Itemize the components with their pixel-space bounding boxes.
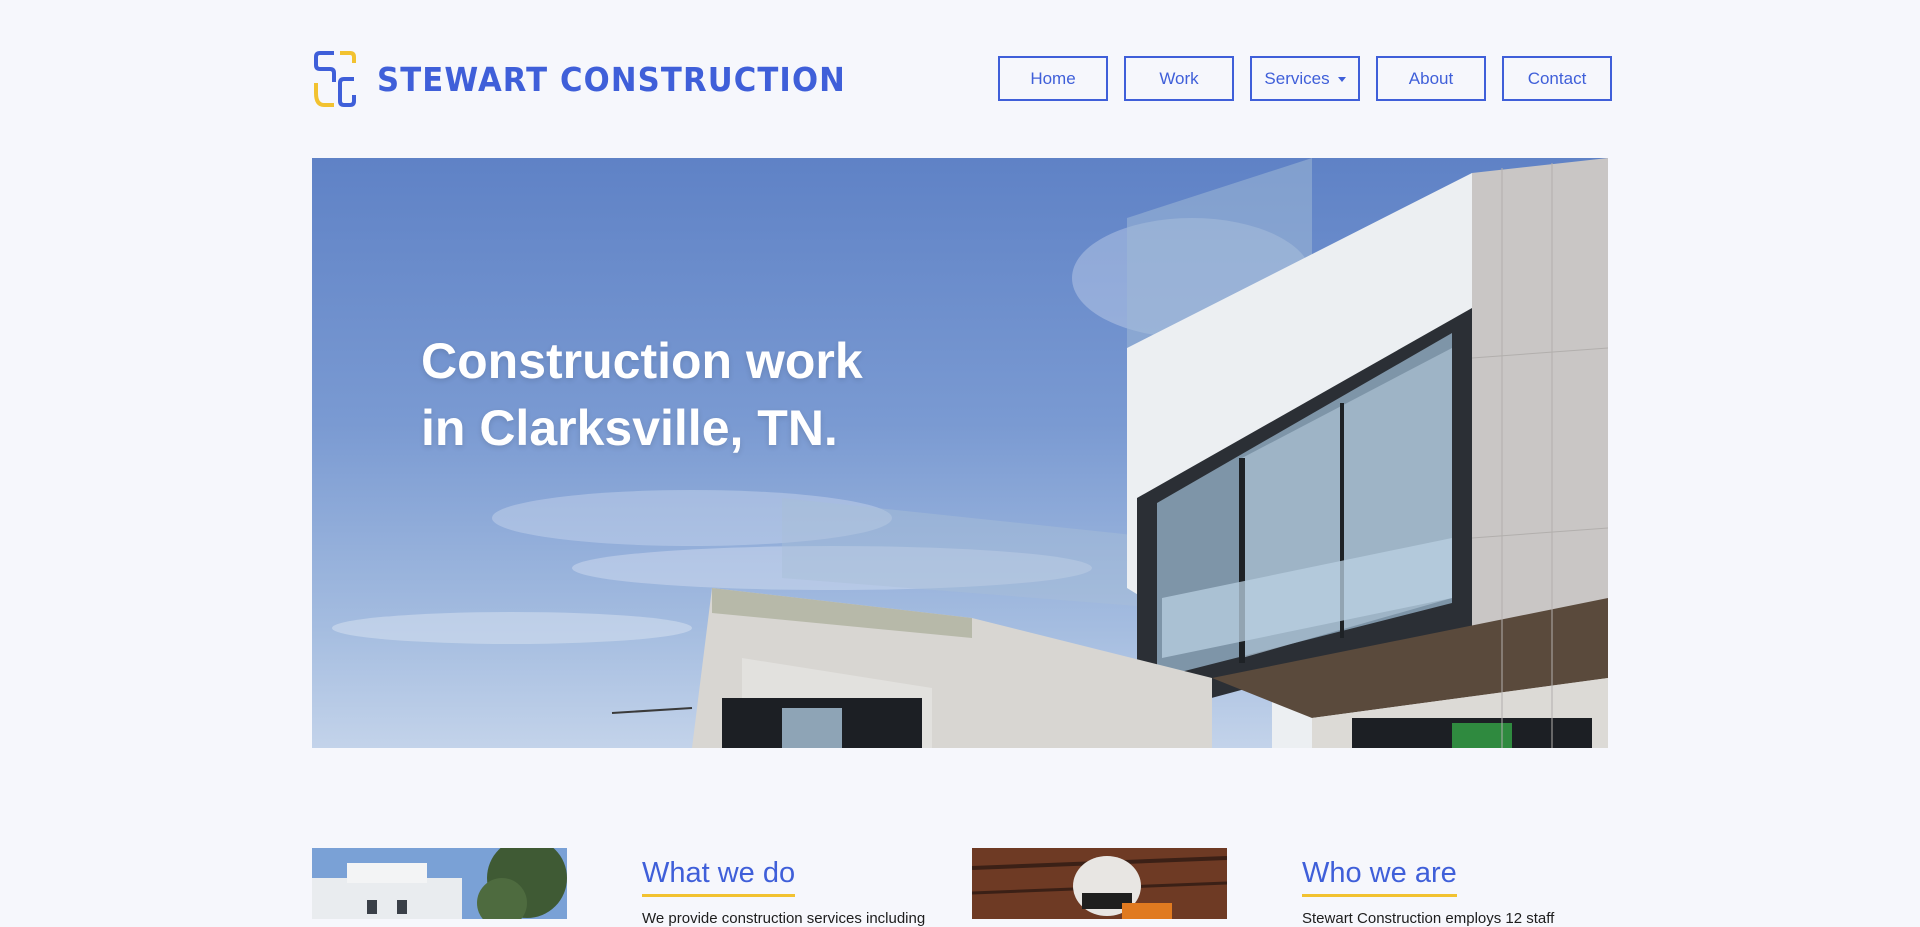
heading-underline xyxy=(642,894,796,897)
logo-mark-icon xyxy=(314,51,356,107)
what-we-do-heading: What we do xyxy=(642,857,796,897)
nav-work-button[interactable]: Work xyxy=(1124,56,1234,101)
brand-name: STEWART CONSTRUCTION xyxy=(377,59,846,99)
nav-services-label: Services xyxy=(1264,68,1330,88)
what-we-do-title: What we do xyxy=(642,857,796,889)
white-house-image xyxy=(312,848,567,919)
worker-helmet-image xyxy=(972,848,1227,919)
hero-title-line-1: Construction work xyxy=(421,333,863,389)
nav-contact-label: Contact xyxy=(1527,68,1587,88)
nav-home-label: Home xyxy=(1030,68,1076,88)
what-we-do-image xyxy=(312,848,567,919)
nav-contact-button[interactable]: Contact xyxy=(1502,56,1612,101)
nav-about-button[interactable]: About xyxy=(1376,56,1486,101)
logo[interactable]: STEWART CONSTRUCTION xyxy=(312,49,881,109)
site-header: STEWART CONSTRUCTION Home Work Services … xyxy=(312,49,1612,109)
who-we-are-image xyxy=(972,848,1227,919)
heading-underline xyxy=(1302,894,1457,897)
nav-services-dropdown[interactable]: Services xyxy=(1250,56,1360,101)
nav-work-label: Work xyxy=(1159,68,1199,88)
caret-down-icon xyxy=(1337,77,1346,82)
hero-title-line-2: in Clarksville, TN. xyxy=(421,400,838,456)
hero-banner: Construction work in Clarksville, TN. xyxy=(312,158,1608,748)
who-we-are-title: Who we are xyxy=(1302,857,1457,889)
main-nav: Home Work Services About Contact xyxy=(998,56,1612,101)
hero-title: Construction work in Clarksville, TN. xyxy=(421,328,863,462)
nav-home-button[interactable]: Home xyxy=(998,56,1108,101)
nav-about-label: About xyxy=(1408,68,1454,88)
who-we-are-heading: Who we are xyxy=(1302,857,1457,897)
